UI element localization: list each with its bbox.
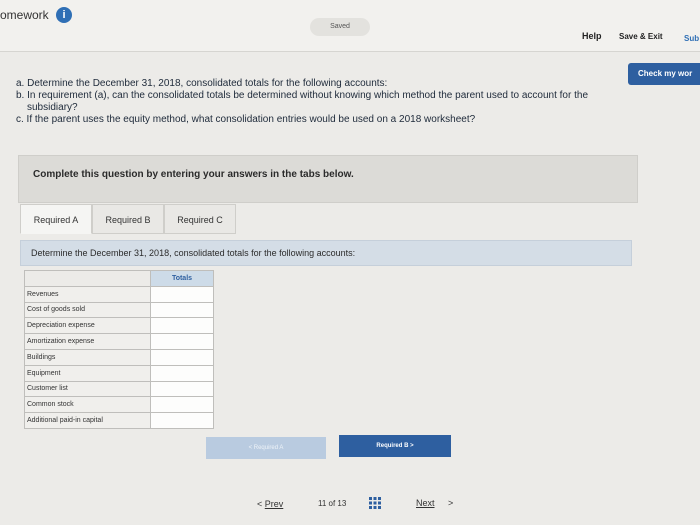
account-label: Revenues: [24, 285, 151, 303]
question-b-cont: subsidiary?: [27, 102, 78, 113]
table-row: Depreciation expense: [24, 317, 214, 335]
table-row: Cost of goods sold: [24, 301, 214, 319]
total-input[interactable]: [150, 364, 214, 382]
prompt-bar: Determine the December 31, 2018, consoli…: [20, 240, 632, 266]
account-label: Equipment: [24, 364, 151, 382]
account-label: Amortization expense: [24, 333, 151, 350]
tab-required-a[interactable]: Required A: [20, 204, 92, 234]
grid-icon[interactable]: [369, 497, 381, 509]
question-a: a. Determine the December 31, 2018, cons…: [16, 78, 388, 89]
account-label: Depreciation expense: [24, 317, 151, 335]
blank-header: [24, 270, 151, 287]
table-row: Buildings: [24, 348, 214, 366]
instruction-box: Complete this question by entering your …: [18, 155, 638, 203]
prev-page-link[interactable]: < Prev: [257, 499, 283, 509]
total-input[interactable]: [150, 412, 214, 429]
prompt-text: Determine the December 31, 2018, consoli…: [31, 248, 356, 258]
next-page-link[interactable]: Next: [416, 498, 435, 508]
pager: < Prev 11 of 13 Next >: [0, 490, 700, 518]
next-required-button[interactable]: Required B >: [339, 435, 451, 457]
table-row: Amortization expense: [24, 333, 214, 350]
accounts-table: Totals Revenues Cost of goods sold Depre…: [24, 270, 214, 429]
table-row: Additional paid-in capital: [24, 412, 214, 429]
account-label: Common stock: [24, 396, 151, 414]
instruction-text: Complete this question by entering your …: [33, 169, 354, 180]
table-row: Customer list: [24, 380, 214, 398]
chevron-right-icon[interactable]: >: [448, 498, 453, 508]
total-input[interactable]: [150, 317, 214, 335]
page-count: 11 of 13: [318, 499, 347, 508]
account-label: Cost of goods sold: [24, 301, 151, 319]
prev-required-button[interactable]: < Required A: [206, 437, 326, 459]
tab-required-b[interactable]: Required B: [92, 204, 164, 234]
prev-label: Prev: [264, 499, 284, 509]
question-list: a. Determine the December 31, 2018, cons…: [16, 78, 696, 126]
table-row: Equipment: [24, 364, 214, 382]
total-input[interactable]: [150, 396, 214, 414]
help-link[interactable]: Help: [582, 31, 602, 41]
total-input[interactable]: [150, 333, 214, 350]
account-label: Additional paid-in capital: [24, 412, 151, 429]
save-exit-link[interactable]: Save & Exit: [619, 32, 663, 41]
submit-link[interactable]: Sub: [684, 34, 699, 43]
tab-required-c[interactable]: Required C: [164, 204, 236, 234]
total-input[interactable]: [150, 380, 214, 398]
table-header-row: Totals: [24, 270, 214, 287]
total-input[interactable]: [150, 301, 214, 319]
saved-indicator: Saved: [310, 18, 370, 36]
info-icon[interactable]: i: [56, 7, 72, 23]
top-bar: omework i Saved Help Save & Exit Sub: [0, 0, 700, 52]
totals-header: Totals: [150, 270, 214, 287]
total-input[interactable]: [150, 348, 214, 366]
table-row: Revenues: [24, 285, 214, 303]
account-label: Buildings: [24, 348, 151, 366]
table-row: Common stock: [24, 396, 214, 414]
account-label: Customer list: [24, 380, 151, 398]
question-b: b. In requirement (a), can the consolida…: [16, 90, 589, 101]
brand-title: omework: [0, 8, 49, 22]
total-input[interactable]: [150, 285, 214, 303]
question-c: c. If the parent uses the equity method,…: [16, 114, 476, 125]
